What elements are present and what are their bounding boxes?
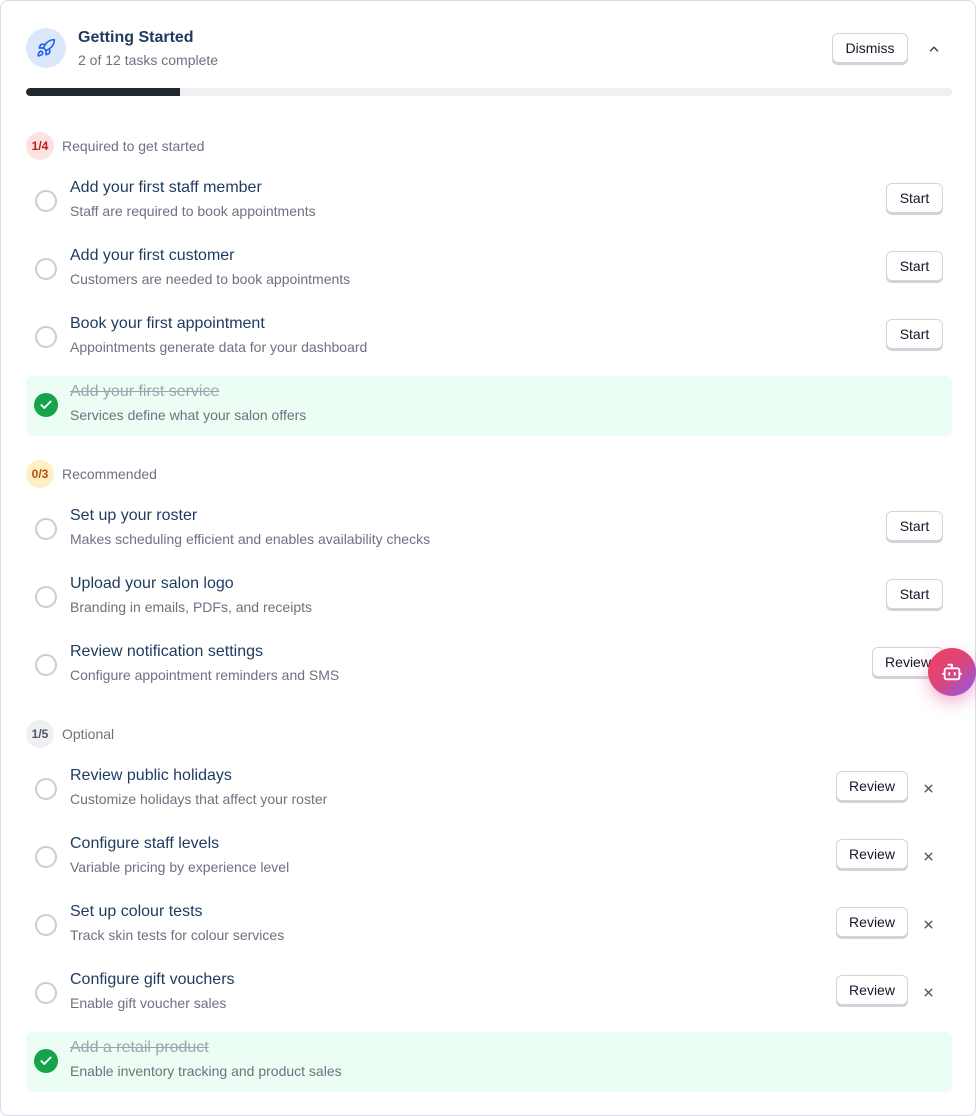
task-description: Enable gift voucher sales bbox=[70, 995, 227, 1011]
bot-icon[interactable] bbox=[928, 648, 976, 696]
task-upload-logo: Upload your salon logo Branding in email… bbox=[26, 568, 952, 628]
task-title: Add a retail product bbox=[70, 1039, 209, 1056]
task-setup-roster: Set up your roster Makes scheduling effi… bbox=[26, 500, 952, 560]
task-checkbox[interactable] bbox=[35, 190, 57, 212]
task-checkbox[interactable] bbox=[35, 518, 57, 540]
close-icon[interactable] bbox=[918, 846, 938, 866]
task-description: Makes scheduling efficient and enables a… bbox=[70, 531, 431, 547]
task-title: Configure staff levels bbox=[70, 835, 220, 852]
rocket-icon bbox=[26, 28, 66, 68]
task-title: Review public holidays bbox=[70, 767, 232, 784]
review-button[interactable]: Review bbox=[836, 975, 908, 1005]
task-checkbox[interactable] bbox=[35, 326, 57, 348]
review-button[interactable]: Review bbox=[836, 839, 908, 869]
start-button[interactable]: Start bbox=[886, 511, 943, 541]
task-checkbox[interactable] bbox=[35, 914, 57, 936]
dismiss-button[interactable]: Dismiss bbox=[832, 33, 908, 63]
progress-bar bbox=[26, 88, 952, 96]
task-book-appointment: Book your first appointment Appointments… bbox=[26, 308, 952, 368]
task-add-customer: Add your first customer Customers are ne… bbox=[26, 240, 952, 300]
section-label: Optional bbox=[62, 726, 115, 742]
task-description: Configure appointment reminders and SMS bbox=[70, 667, 340, 683]
task-checkbox[interactable] bbox=[35, 982, 57, 1004]
task-checkbox[interactable] bbox=[35, 586, 57, 608]
check-icon bbox=[34, 1049, 58, 1073]
task-description: Variable pricing by experience level bbox=[70, 859, 290, 875]
task-checkbox[interactable] bbox=[35, 258, 57, 280]
task-description: Staff are required to book appointments bbox=[70, 203, 316, 219]
close-icon[interactable] bbox=[918, 982, 938, 1002]
task-gift-vouchers: Configure gift vouchers Enable gift vouc… bbox=[26, 964, 952, 1024]
start-button[interactable]: Start bbox=[886, 183, 943, 213]
page-title: Getting Started bbox=[78, 29, 194, 46]
close-icon[interactable] bbox=[918, 914, 938, 934]
task-description: Customize holidays that affect your rost… bbox=[70, 791, 328, 807]
close-icon[interactable] bbox=[918, 778, 938, 798]
task-title: Configure gift vouchers bbox=[70, 971, 235, 988]
task-staff-levels: Configure staff levels Variable pricing … bbox=[26, 828, 952, 888]
review-button[interactable]: Review bbox=[836, 907, 908, 937]
progress-summary: 2 of 12 tasks complete bbox=[78, 52, 219, 68]
task-title: Set up your roster bbox=[70, 507, 198, 524]
task-description: Customers are needed to book appointment… bbox=[70, 271, 351, 287]
section-count-badge: 1/5 bbox=[26, 720, 54, 748]
task-review-notifications: Review notification settings Configure a… bbox=[26, 636, 952, 696]
check-icon bbox=[34, 393, 58, 417]
card-header: Getting Started 2 of 12 tasks complete D… bbox=[26, 27, 950, 71]
task-checkbox[interactable] bbox=[35, 654, 57, 676]
section-required: 1/4 Required to get started bbox=[26, 132, 204, 160]
task-checkbox[interactable] bbox=[35, 778, 57, 800]
section-recommended: 0/3 Recommended bbox=[26, 460, 157, 488]
start-button[interactable]: Start bbox=[886, 319, 943, 349]
task-description: Track skin tests for colour services bbox=[70, 927, 285, 943]
chevron-up-icon[interactable] bbox=[924, 39, 944, 59]
progress-bar-fill bbox=[26, 88, 181, 96]
section-label: Required to get started bbox=[62, 138, 205, 154]
task-title: Set up colour tests bbox=[70, 903, 203, 920]
task-title: Add your first service bbox=[70, 383, 220, 400]
section-count-badge: 1/4 bbox=[26, 132, 54, 160]
start-button[interactable]: Start bbox=[886, 251, 943, 281]
task-title: Upload your salon logo bbox=[70, 575, 234, 592]
task-title: Review notification settings bbox=[70, 643, 263, 660]
review-button[interactable]: Review bbox=[836, 771, 908, 801]
section-label: Recommended bbox=[62, 466, 157, 482]
section-optional: 1/5 Optional bbox=[26, 720, 114, 748]
section-count-badge: 0/3 bbox=[26, 460, 54, 488]
task-description: Services define what your salon offers bbox=[70, 407, 307, 423]
task-add-service: Add your first service Services define w… bbox=[26, 376, 952, 436]
task-title: Add your first staff member bbox=[70, 179, 262, 196]
start-button[interactable]: Start bbox=[886, 579, 943, 609]
getting-started-card: Getting Started 2 of 12 tasks complete D… bbox=[0, 0, 976, 1116]
task-colour-tests: Set up colour tests Track skin tests for… bbox=[26, 896, 952, 956]
task-description: Branding in emails, PDFs, and receipts bbox=[70, 599, 312, 615]
task-title: Book your first appointment bbox=[70, 315, 265, 332]
task-add-staff: Add your first staff member Staff are re… bbox=[26, 172, 952, 232]
task-title: Add your first customer bbox=[70, 247, 235, 264]
task-checkbox[interactable] bbox=[35, 846, 57, 868]
task-description: Appointments generate data for your dash… bbox=[70, 339, 368, 355]
task-retail-product: Add a retail product Enable inventory tr… bbox=[26, 1032, 952, 1092]
task-public-holidays: Review public holidays Customize holiday… bbox=[26, 760, 952, 820]
task-description: Enable inventory tracking and product sa… bbox=[70, 1063, 342, 1079]
